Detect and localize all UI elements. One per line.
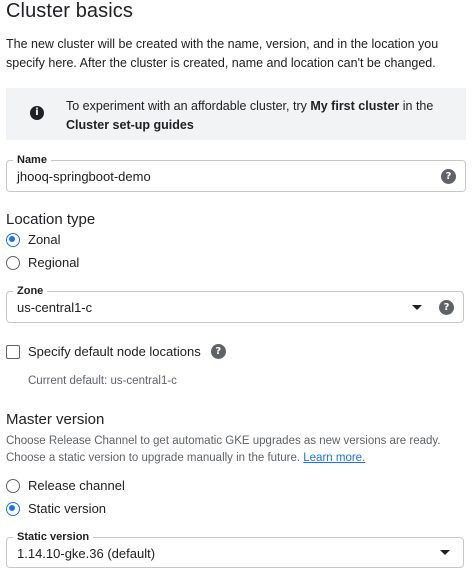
master-version-description: Choose Release Channel to get automatic … bbox=[6, 435, 441, 464]
info-banner-text: To experiment with an affordable cluster… bbox=[66, 99, 434, 132]
page-description: The new cluster will be created with the… bbox=[6, 37, 439, 70]
name-field-label: Name bbox=[13, 153, 51, 167]
current-default-text: Current default: us-central1-c bbox=[28, 375, 177, 387]
name-field[interactable]: Name jhooq-springboot-demo ? bbox=[6, 153, 466, 192]
default-node-locations-label: Specify default node locations bbox=[28, 344, 201, 359]
static-version-select-label: Static version bbox=[13, 530, 94, 544]
radio-release-channel[interactable]: Release channel bbox=[6, 478, 125, 493]
help-icon[interactable]: ? bbox=[210, 344, 226, 359]
learn-more-link[interactable]: Learn more. bbox=[303, 452, 365, 464]
default-node-locations-checkbox-row[interactable]: Specify default node locations ? bbox=[6, 344, 226, 359]
zone-select-value[interactable]: us-central1-c bbox=[17, 300, 92, 315]
radio-regional-indicator[interactable] bbox=[6, 255, 20, 270]
radio-static-version-indicator[interactable] bbox=[6, 501, 20, 516]
help-icon[interactable]: ? bbox=[441, 169, 456, 184]
radio-static-version[interactable]: Static version bbox=[6, 501, 106, 516]
master-version-heading: Master version bbox=[6, 411, 105, 428]
radio-regional-label: Regional bbox=[28, 255, 80, 270]
radio-zonal-indicator[interactable] bbox=[6, 232, 20, 247]
zone-select-label: Zone bbox=[13, 284, 48, 298]
chevron-down-icon[interactable] bbox=[412, 305, 422, 310]
static-version-select[interactable]: Static version 1.14.10-gke.36 (default) bbox=[6, 530, 464, 568]
info-link-my-first-cluster[interactable]: My first cluster bbox=[310, 99, 399, 113]
name-field-value[interactable]: jhooq-springboot-demo bbox=[17, 169, 151, 184]
default-node-locations-checkbox[interactable] bbox=[6, 344, 20, 359]
chevron-down-icon[interactable] bbox=[440, 550, 450, 555]
radio-zonal-label: Zonal bbox=[28, 232, 61, 247]
help-icon[interactable]: ? bbox=[439, 300, 454, 315]
radio-release-channel-label: Release channel bbox=[28, 478, 125, 493]
info-link-cluster-setup-guides[interactable]: Cluster set-up guides bbox=[66, 118, 194, 132]
location-type-heading: Location type bbox=[6, 211, 96, 228]
radio-zonal[interactable]: Zonal bbox=[6, 232, 61, 247]
static-version-select-value[interactable]: 1.14.10-gke.36 (default) bbox=[17, 546, 155, 561]
page-title: Cluster basics bbox=[6, 0, 133, 22]
info-banner: i To experiment with an affordable clust… bbox=[6, 88, 466, 140]
radio-regional[interactable]: Regional bbox=[6, 255, 79, 270]
radio-release-channel-indicator[interactable] bbox=[6, 478, 20, 493]
zone-select[interactable]: Zone us-central1-c ? bbox=[6, 284, 464, 323]
info-icon: i bbox=[30, 106, 44, 120]
radio-static-version-label: Static version bbox=[28, 501, 107, 516]
